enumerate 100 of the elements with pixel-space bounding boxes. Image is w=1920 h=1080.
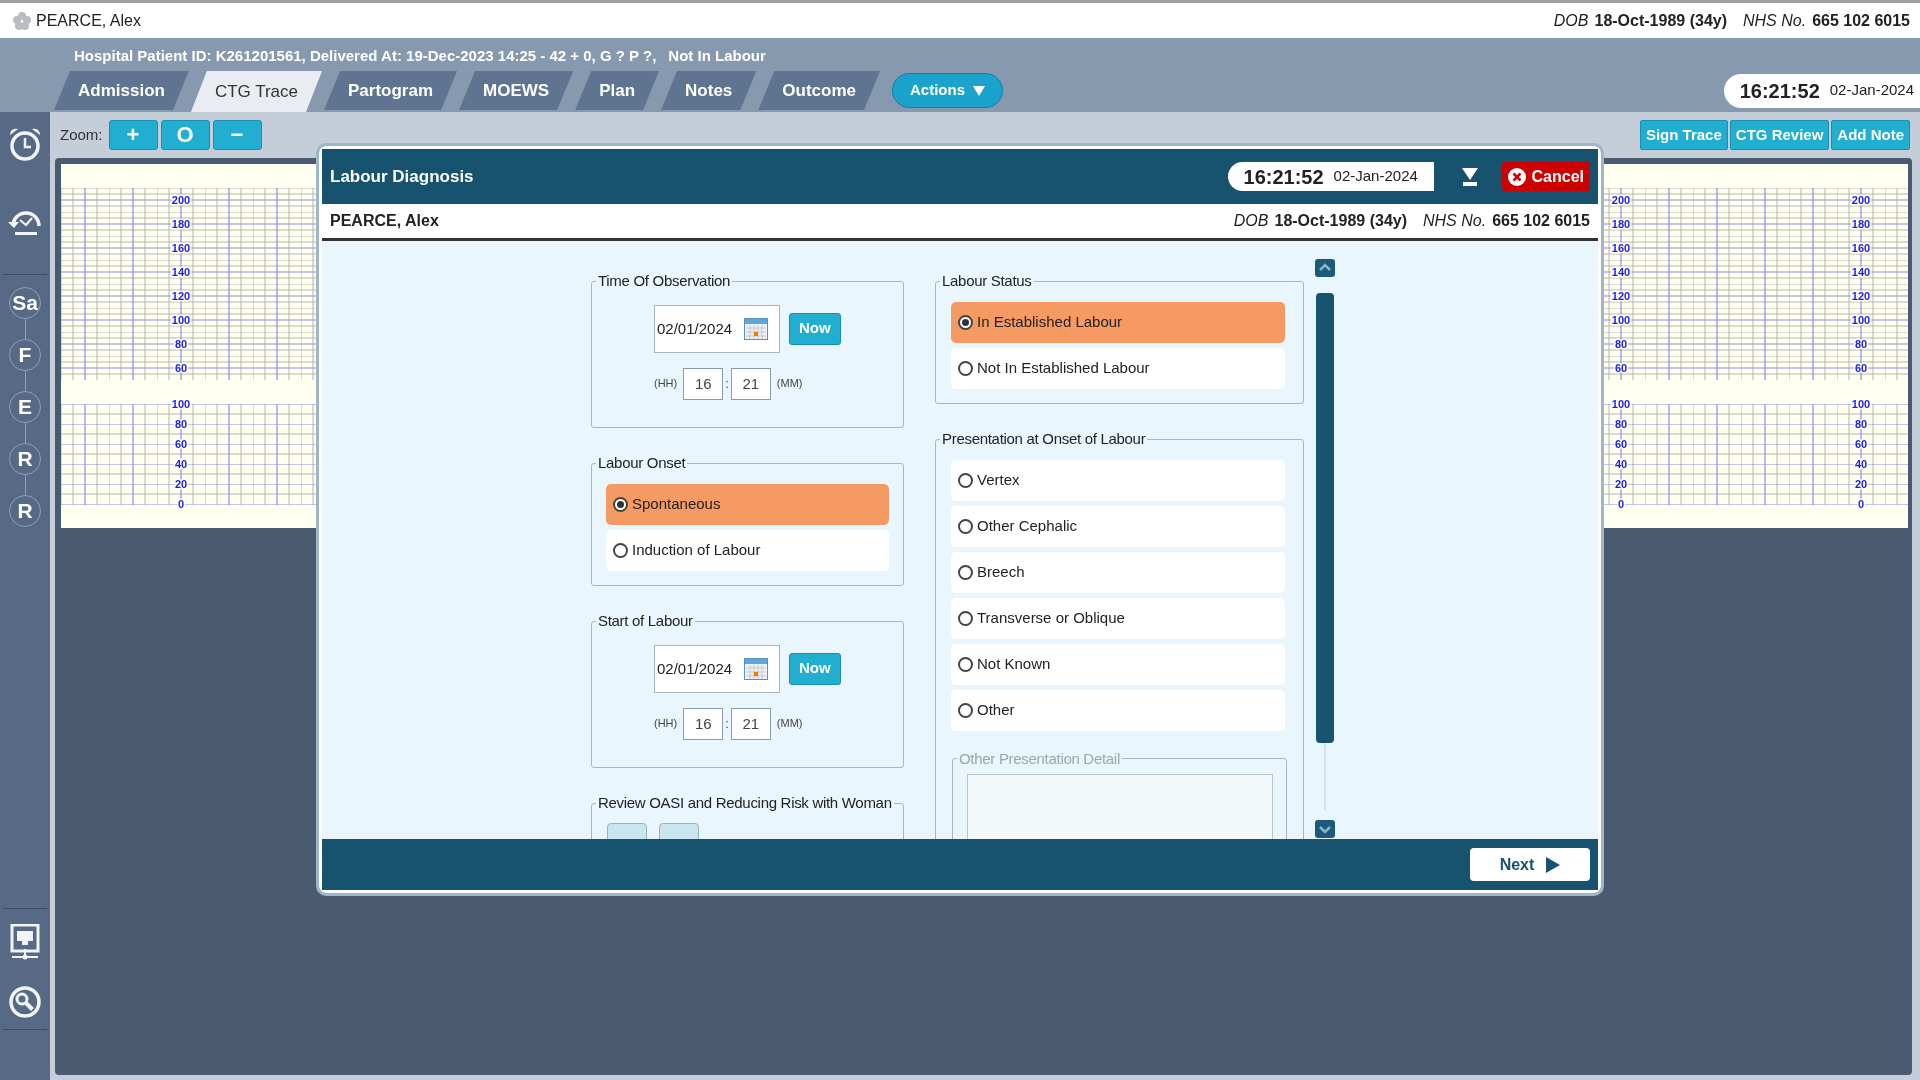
minute-field[interactable]: 21 bbox=[730, 707, 771, 740]
date-of-birth: 18-Oct-1989 (34y) bbox=[1594, 10, 1727, 31]
scale-label: 180 bbox=[1851, 218, 1871, 230]
hour-field[interactable]: 16 bbox=[683, 367, 724, 400]
scale-label: 80 bbox=[174, 418, 188, 430]
cancel-button[interactable]: Cancel bbox=[1501, 162, 1590, 191]
scale-label: 80 bbox=[174, 338, 188, 350]
scale-label: 160 bbox=[171, 242, 191, 254]
search-icon[interactable] bbox=[8, 985, 42, 1019]
scale-label: 100 bbox=[171, 398, 191, 410]
minute-label: (MM) bbox=[776, 376, 803, 392]
patient-name: PEARCE, Alex bbox=[36, 10, 141, 31]
next-button[interactable]: Next bbox=[1470, 848, 1590, 881]
radio-option[interactable]: Transverse or Oblique bbox=[951, 597, 1285, 639]
radio-option[interactable]: Breech bbox=[951, 551, 1285, 593]
group-title: Other Presentation Detail bbox=[958, 748, 1121, 769]
flower-icon bbox=[12, 10, 32, 31]
scale-label: 60 bbox=[174, 362, 188, 374]
hour-field[interactable]: 16 bbox=[683, 707, 724, 740]
hour-label: (HH) bbox=[654, 716, 678, 732]
scale-label: 100 bbox=[1611, 398, 1631, 410]
scale-label: 40 bbox=[1854, 458, 1868, 470]
scale-label: 120 bbox=[171, 290, 191, 302]
minute-field[interactable]: 21 bbox=[730, 367, 771, 400]
scale-label: 80 bbox=[1854, 338, 1868, 350]
radio-option[interactable]: Not In Established Labour bbox=[951, 347, 1285, 389]
nhs-label: NHS No. bbox=[1743, 10, 1807, 31]
radio-option[interactable]: Other Cephalic bbox=[951, 505, 1285, 547]
scale-label: 60 bbox=[174, 438, 188, 450]
network-icon[interactable] bbox=[10, 924, 40, 960]
tab[interactable]: CTG Trace bbox=[190, 71, 323, 112]
tab[interactable]: MOEWS bbox=[459, 71, 574, 110]
scale-label: 60 bbox=[1614, 362, 1628, 374]
scroll-up-icon[interactable] bbox=[1315, 259, 1335, 277]
scale-label: 200 bbox=[1611, 194, 1631, 206]
tab[interactable]: Plan bbox=[575, 71, 660, 110]
labour-status: Not In Labour bbox=[668, 46, 766, 66]
scale-label: 80 bbox=[1614, 338, 1628, 350]
time-separator: : bbox=[725, 374, 729, 393]
scale-label: 100 bbox=[171, 314, 191, 326]
scale-label: 120 bbox=[1611, 290, 1631, 302]
scale-label: 20 bbox=[174, 478, 188, 490]
play-icon bbox=[1546, 856, 1561, 873]
clock-time: 16:21:52 bbox=[1243, 164, 1324, 190]
collapse-icon[interactable] bbox=[1460, 166, 1479, 187]
patient-info: Hospital Patient ID: K261201561, Delivered At: 19-Dec-2023 14:25 - 42 + 0, G ? P ?, bbox=[74, 46, 657, 66]
scale-label: 100 bbox=[1851, 314, 1871, 326]
scale-label: 100 bbox=[1851, 398, 1871, 410]
scale-label: 160 bbox=[1611, 242, 1631, 254]
group-title: Review OASI and Reducing Risk with Woman bbox=[597, 793, 893, 813]
patient-name: PEARCE, Alex bbox=[330, 211, 439, 231]
tab[interactable]: Notes bbox=[661, 71, 757, 110]
scale-label: 200 bbox=[171, 194, 191, 206]
scale-label: 80 bbox=[1614, 418, 1628, 430]
scroll-down-icon[interactable] bbox=[1315, 820, 1335, 838]
minute-label: (MM) bbox=[776, 716, 803, 732]
scale-label: 40 bbox=[1614, 458, 1628, 470]
scale-label: 20 bbox=[1854, 478, 1868, 490]
radio-option[interactable]: Induction of Labour bbox=[606, 529, 889, 571]
radio-option[interactable]: Spontaneous bbox=[606, 483, 889, 525]
scale-label: 0 bbox=[1617, 498, 1625, 510]
group-title: Start of Labour bbox=[597, 611, 694, 631]
nhs-label: NHS No. bbox=[1423, 211, 1487, 231]
scrollbar-thumb[interactable] bbox=[1316, 293, 1334, 743]
radio-option[interactable]: Other bbox=[951, 689, 1285, 731]
scale-label: 200 bbox=[1851, 194, 1871, 206]
nhs-number: 665 102 6015 bbox=[1492, 211, 1590, 231]
scale-label: 160 bbox=[1851, 242, 1871, 254]
group-title: Labour Onset bbox=[597, 453, 687, 473]
scale-label: 140 bbox=[1611, 266, 1631, 278]
date-of-birth: 18-Oct-1989 (34y) bbox=[1274, 211, 1407, 231]
scale-label: 140 bbox=[1851, 266, 1871, 278]
tab[interactable]: Outcome bbox=[758, 71, 880, 110]
alarm-clock-icon[interactable] bbox=[7, 126, 43, 162]
hour-label: (HH) bbox=[654, 376, 678, 392]
scale-label: 80 bbox=[1854, 418, 1868, 430]
scale-label: 60 bbox=[1614, 438, 1628, 450]
scale-label: 0 bbox=[1857, 498, 1865, 510]
zoom-label: Zoom: bbox=[60, 124, 103, 145]
group-title: Time Of Observation bbox=[597, 271, 732, 291]
scale-label: 40 bbox=[174, 458, 188, 470]
close-icon bbox=[1507, 167, 1526, 186]
scale-label: 0 bbox=[177, 498, 185, 510]
time-separator: : bbox=[725, 714, 729, 733]
actions-button[interactable]: Actions bbox=[892, 73, 1003, 108]
clock-date: 02-Jan-2024 bbox=[1829, 80, 1914, 101]
tab[interactable]: Admission bbox=[54, 71, 189, 110]
tab[interactable]: Partogram bbox=[324, 71, 458, 110]
radio-option[interactable]: In Established Labour bbox=[951, 301, 1285, 343]
group-title: Presentation at Onset of Labour bbox=[941, 429, 1147, 449]
dob-label: DOB bbox=[1233, 211, 1269, 231]
dob-label: DOB bbox=[1553, 10, 1589, 31]
clock-time: 16:21:52 bbox=[1739, 78, 1820, 104]
scale-label: 60 bbox=[1854, 438, 1868, 450]
scale-label: 120 bbox=[1851, 290, 1871, 302]
radio-option[interactable]: Not Known bbox=[951, 643, 1285, 685]
radio-option[interactable]: Vertex bbox=[951, 459, 1285, 501]
dialog-title: Labour Diagnosis bbox=[330, 165, 474, 188]
caret-icon bbox=[973, 85, 985, 96]
scale-label: 60 bbox=[1854, 362, 1868, 374]
